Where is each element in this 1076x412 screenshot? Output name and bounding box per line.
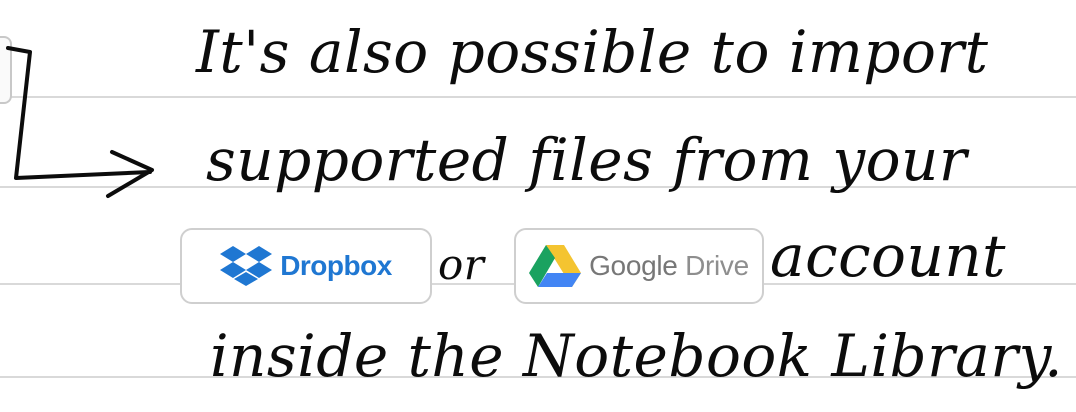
handwritten-line-2: supported files from your <box>206 126 968 194</box>
google-drive-label-2: Drive <box>685 250 749 281</box>
google-drive-button[interactable]: Google Drive <box>514 228 764 304</box>
handwritten-line-1: It's also possible to import <box>196 18 989 86</box>
dropbox-icon <box>220 244 273 288</box>
handwritten-line-3: account <box>770 222 1006 290</box>
dropbox-label: Dropbox <box>280 250 392 281</box>
google-drive-label: Google <box>589 250 678 281</box>
handwritten-line-4: inside the Notebook Library. <box>210 322 1064 390</box>
google-drive-icon <box>529 243 582 289</box>
dropbox-button[interactable]: Dropbox <box>180 228 432 304</box>
handwritten-or: or <box>438 240 485 289</box>
handdrawn-arrow-icon <box>6 46 154 198</box>
